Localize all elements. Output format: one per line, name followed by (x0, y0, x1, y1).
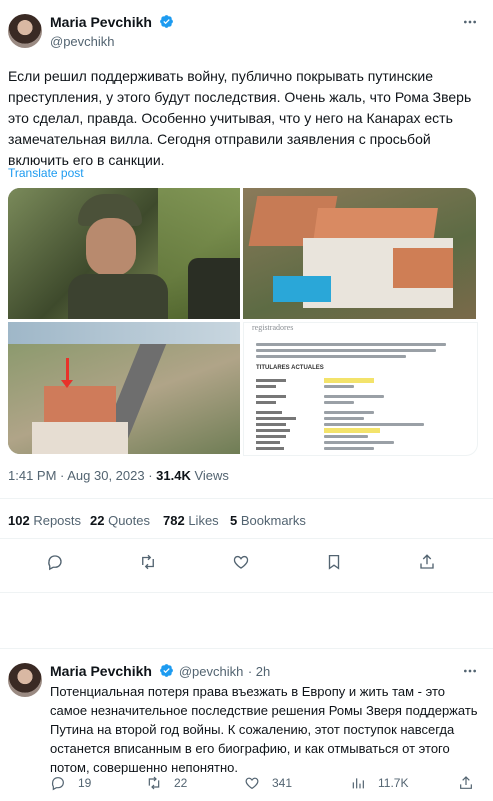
reply-like-count: 341 (272, 776, 293, 790)
stat-bookmarks[interactable]: 5 Bookmarks (230, 513, 306, 528)
reply-icon (48, 555, 62, 571)
reply-icon (51, 777, 64, 791)
verified-badge-icon (160, 15, 174, 28)
quotes-label: Quotes (108, 513, 151, 528)
tweet-time[interactable]: 1:41 PM · Aug 30, 2023 · (8, 468, 156, 483)
like-button[interactable] (232, 553, 250, 571)
bookmarks-label: Bookmarks (240, 513, 306, 528)
author-handle[interactable]: @pevchikh (50, 34, 174, 49)
tweet-views-label: Views (190, 468, 229, 483)
reply-author-block[interactable]: Maria Pevchikh @pevchikh · 2h (50, 663, 270, 681)
author-name[interactable]: Maria Pevchikh (50, 14, 152, 30)
reply-author-name[interactable]: Maria Pevchikh (50, 663, 152, 679)
stat-quotes[interactable]: 22 Quotes (90, 513, 150, 528)
likes-label: Likes (188, 513, 219, 528)
tweet-timestamp[interactable]: 1:41 PM · Aug 30, 2023 · 31.4K Views (8, 468, 229, 483)
reply-share-button[interactable] (458, 775, 474, 791)
more-icon[interactable] (462, 14, 478, 35)
like-icon (233, 555, 249, 569)
bookmarks-count: 5 (230, 513, 238, 528)
media-villa-aerial-photo[interactable] (243, 188, 476, 319)
like-icon (245, 777, 259, 790)
media-street-aerial-photo[interactable] (8, 322, 240, 454)
quotes-count: 22 (90, 513, 105, 528)
reply-author-handle[interactable]: @pevchikh (179, 664, 244, 679)
reply-text: Потенциальная потеря права въезжать в Ев… (50, 684, 478, 775)
media-soldier-photo[interactable] (8, 188, 240, 319)
reply-button[interactable] (46, 553, 64, 571)
reply-repost-count: 22 (174, 776, 188, 790)
translate-link[interactable]: Translate post (8, 166, 84, 180)
share-button[interactable] (418, 553, 436, 571)
reply-like-button[interactable]: 341 (244, 775, 292, 791)
bookmark-icon (328, 554, 340, 570)
repost-button[interactable] (139, 553, 157, 571)
share-icon (420, 554, 434, 569)
reply-avatar[interactable] (8, 663, 42, 697)
reply-views-button[interactable]: 11.7K (350, 775, 408, 791)
media-property-document[interactable]: registradores TITULARES ACTUALES (243, 322, 478, 456)
repost-icon (142, 554, 154, 570)
views-icon (352, 778, 364, 789)
author-block[interactable]: Maria Pevchikh @pevchikh (50, 14, 174, 49)
tweet-views-count: 31.4K (156, 468, 191, 483)
reply-reply-button[interactable]: 19 (50, 775, 91, 791)
reply-repost-button[interactable]: 22 (146, 775, 187, 791)
reply-views-count: 11.7K (378, 776, 409, 790)
stat-likes[interactable]: 782 Likes (163, 513, 219, 528)
tweet-text: Если решил поддерживать войну, публично … (8, 68, 472, 168)
bookmark-button[interactable] (325, 553, 343, 571)
stat-reposts[interactable]: 102 Reposts (8, 513, 81, 528)
reposts-label: Reposts (33, 513, 82, 528)
reply-more-icon[interactable] (462, 663, 478, 684)
share-icon (460, 776, 472, 789)
avatar[interactable] (8, 14, 42, 48)
reply-reply-count: 19 (78, 776, 92, 790)
document-header: registradores (252, 323, 294, 332)
document-section-title: TITULARES ACTUALES (256, 365, 324, 371)
reply-time[interactable]: · 2h (248, 664, 270, 679)
likes-count: 782 (163, 513, 185, 528)
verified-badge-icon (160, 664, 174, 677)
repost-icon (148, 776, 160, 790)
reposts-count: 102 (8, 513, 30, 528)
